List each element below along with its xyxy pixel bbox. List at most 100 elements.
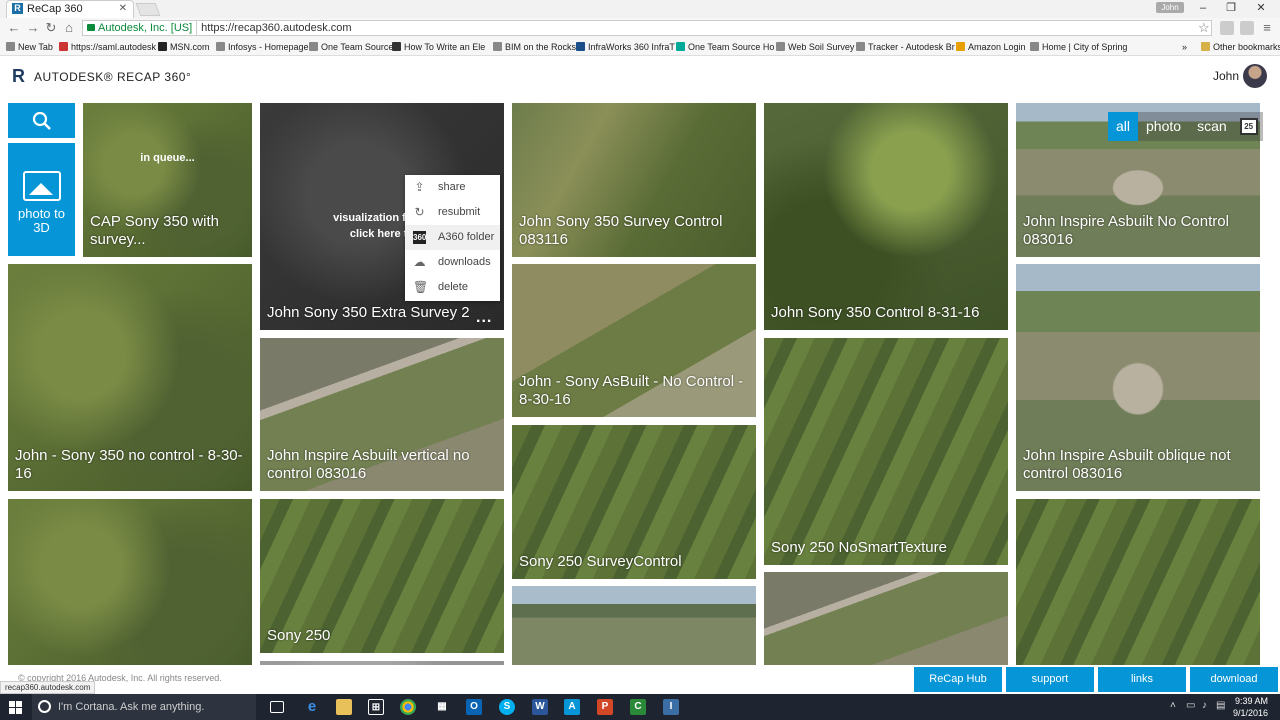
clock-time: 9:39 AM bbox=[1234, 696, 1268, 706]
project-tile[interactable]: John - Sony AsBuilt - No Control - 8-30-… bbox=[512, 264, 756, 417]
bookmark[interactable]: https://saml.autodesk bbox=[59, 41, 156, 53]
chrome-icon[interactable] bbox=[400, 699, 416, 715]
camtasia-icon[interactable]: C bbox=[630, 699, 646, 715]
forward-icon[interactable]: → bbox=[25, 20, 41, 36]
bookmark-label: Other bookmarks bbox=[1213, 42, 1280, 52]
notifications-icon[interactable]: ▤ bbox=[1216, 700, 1225, 711]
bookmark[interactable]: Amazon Login bbox=[956, 41, 1026, 53]
restore-icon[interactable]: ❐ bbox=[1218, 0, 1244, 18]
url-bar[interactable]: Autodesk, Inc. [US] https://recap360.auto… bbox=[82, 20, 1212, 36]
browser-titlebar: R ReCap 360 ✕ John – ❐ ✕ bbox=[0, 0, 1280, 18]
project-tile[interactable] bbox=[512, 586, 756, 665]
powerpoint-icon[interactable]: P bbox=[597, 699, 613, 715]
project-tile[interactable]: John Inspire Asbuilt vertical no control… bbox=[260, 338, 504, 491]
bookmark-label: BIM on the Rocks bbox=[505, 42, 577, 52]
menu-item-delete[interactable]: 🗑 delete bbox=[405, 275, 500, 300]
bookmark[interactable]: Home | City of Spring bbox=[1030, 41, 1127, 53]
user-name[interactable]: John bbox=[1213, 69, 1239, 83]
more-options-icon[interactable]: ... bbox=[476, 309, 492, 327]
browser-tab[interactable]: R ReCap 360 ✕ bbox=[6, 0, 134, 18]
infraworks-app-icon[interactable]: I bbox=[663, 699, 679, 715]
project-tile[interactable] bbox=[260, 661, 504, 665]
word-icon[interactable]: W bbox=[532, 699, 548, 715]
bookmark[interactable]: BIM on the Rocks bbox=[493, 41, 576, 53]
volume-icon[interactable]: ♪ bbox=[1202, 700, 1207, 711]
autodesk-app-icon[interactable]: A bbox=[564, 699, 580, 715]
edge-icon[interactable]: e bbox=[304, 699, 320, 715]
support-button[interactable]: support bbox=[1006, 667, 1094, 692]
project-tile[interactable]: Sony 250 bbox=[260, 499, 504, 653]
bookmark[interactable]: New Tab bbox=[6, 41, 53, 53]
bookmark-label: Home | City of Spring bbox=[1042, 42, 1128, 52]
search-button[interactable] bbox=[8, 103, 75, 138]
menu-item-resubmit[interactable]: ↻ resubmit bbox=[405, 200, 500, 225]
tray-chevron-icon[interactable]: ˄ bbox=[1170, 700, 1176, 711]
tab-title: ReCap 360 bbox=[27, 3, 83, 15]
menu-item-share[interactable]: ⇪ share bbox=[405, 175, 500, 200]
bookmark[interactable]: How To Write an Ele bbox=[392, 41, 485, 53]
menu-item-a360-folder[interactable]: 360 A360 folder bbox=[405, 225, 500, 250]
calendar-button[interactable]: 25 bbox=[1234, 112, 1263, 141]
menu-icon[interactable]: ≡ bbox=[1259, 20, 1275, 36]
filter-photo[interactable]: photo bbox=[1138, 112, 1190, 141]
secure-indicator[interactable]: Autodesk, Inc. [US] bbox=[83, 21, 198, 35]
project-title: John - Sony 350 no control - 8-30-16 bbox=[15, 447, 243, 482]
extension-icon[interactable] bbox=[1220, 21, 1234, 35]
bookmark[interactable]: Tracker - Autodesk Br bbox=[856, 41, 955, 53]
reload-icon[interactable]: ↻ bbox=[43, 20, 59, 36]
minimize-icon[interactable]: – bbox=[1190, 0, 1216, 18]
menu-item-downloads[interactable]: ☁ downloads bbox=[405, 250, 500, 275]
project-tile[interactable]: John Sony 350 Control 8-31-16 bbox=[764, 103, 1008, 330]
page-icon bbox=[856, 42, 865, 51]
bookmark[interactable]: Web Soil Survey bbox=[776, 41, 854, 53]
project-tile[interactable] bbox=[1016, 499, 1260, 665]
project-title: John - Sony AsBuilt - No Control - 8-30-… bbox=[519, 373, 744, 408]
home-icon[interactable]: ⌂ bbox=[61, 20, 77, 36]
bookmark[interactable]: One Team Source Ho bbox=[676, 41, 774, 53]
close-tab-icon[interactable]: ✕ bbox=[119, 1, 127, 17]
bookmark[interactable]: MSN.com bbox=[158, 41, 210, 53]
avatar[interactable] bbox=[1243, 64, 1267, 88]
windows-start-icon[interactable] bbox=[9, 701, 22, 714]
bookmark[interactable]: Infosys - Homepage bbox=[216, 41, 309, 53]
project-tile[interactable]: Sony 250 SurveyControl bbox=[512, 425, 756, 579]
search-icon bbox=[32, 111, 51, 130]
extension-icon[interactable] bbox=[1240, 21, 1254, 35]
more-bookmarks-icon[interactable]: » bbox=[1182, 41, 1187, 53]
profile-button[interactable]: John bbox=[1156, 2, 1184, 13]
project-tile[interactable]: Sony 250 NoSmartTexture bbox=[764, 338, 1008, 565]
project-tile[interactable] bbox=[764, 572, 1008, 665]
project-tile[interactable]: John - Sony 350 no control - 8-30-16 bbox=[8, 264, 252, 491]
filter-toggle: all photo scan 25 bbox=[1108, 112, 1263, 141]
project-tile[interactable]: in queue... CAP Sony 350 with survey... bbox=[83, 103, 252, 257]
other-bookmarks[interactable]: Other bookmarks bbox=[1201, 41, 1280, 53]
project-tile[interactable]: John Inspire Asbuilt oblique not control… bbox=[1016, 264, 1260, 491]
outlook-icon[interactable]: O bbox=[466, 699, 482, 715]
bookmark-star-icon[interactable]: ☆ bbox=[1198, 20, 1210, 36]
download-button[interactable]: download bbox=[1190, 667, 1278, 692]
project-tile[interactable] bbox=[8, 499, 252, 665]
project-tile[interactable]: John Sony 350 Survey Control 083116 bbox=[512, 103, 756, 257]
skype-icon[interactable]: S bbox=[499, 699, 515, 715]
photo-to-3d-label: photo to 3D bbox=[18, 206, 65, 235]
close-window-icon[interactable]: ✕ bbox=[1248, 0, 1274, 18]
photo-to-3d-button[interactable]: photo to 3D bbox=[8, 143, 75, 256]
bookmark[interactable]: One Team Source bbox=[309, 41, 393, 53]
app-logo-text[interactable]: AUTODESK® RECAP 360° bbox=[34, 70, 191, 84]
file-explorer-icon[interactable] bbox=[336, 699, 352, 715]
project-title: Sony 250 bbox=[267, 627, 331, 644]
task-view-icon[interactable] bbox=[270, 701, 284, 713]
filter-all[interactable]: all bbox=[1108, 112, 1139, 141]
msn-icon bbox=[158, 42, 167, 51]
store-icon[interactable]: ⊞ bbox=[368, 699, 384, 715]
recap-hub-button[interactable]: ReCap Hub bbox=[914, 667, 1002, 692]
calculator-icon[interactable]: ▦ bbox=[434, 699, 450, 715]
back-icon[interactable]: ← bbox=[6, 20, 22, 36]
filter-scan[interactable]: scan bbox=[1189, 112, 1235, 141]
network-icon[interactable]: ▭ bbox=[1186, 700, 1195, 711]
cortana-search[interactable]: I'm Cortana. Ask me anything. bbox=[32, 694, 256, 720]
system-clock[interactable]: 9:39 AM 9/1/2016 bbox=[1228, 695, 1268, 719]
links-button[interactable]: links bbox=[1098, 667, 1186, 692]
new-tab-button[interactable] bbox=[135, 3, 161, 16]
bookmark[interactable]: InfraWorks 360 InfraT bbox=[576, 41, 675, 53]
